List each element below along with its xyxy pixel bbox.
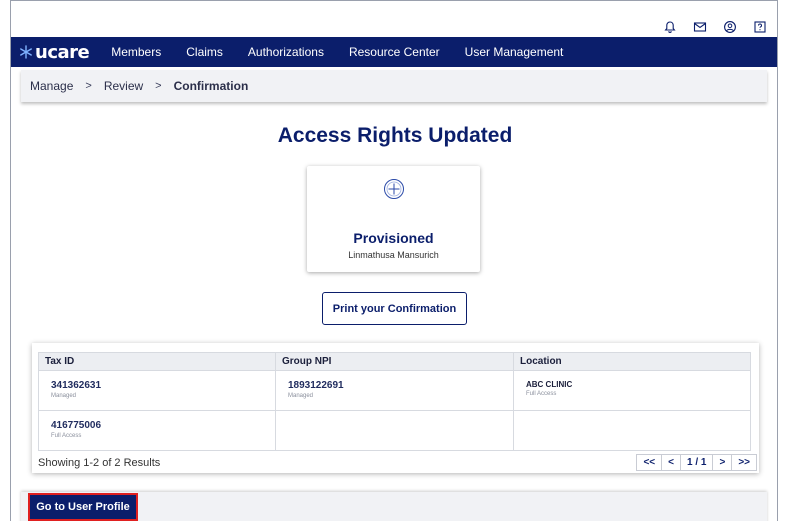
help-icon[interactable] bbox=[753, 20, 767, 34]
table-cell: 416775006 Full Access bbox=[38, 410, 276, 451]
main-nav: ucare Members Claims Authorizations Reso… bbox=[11, 37, 777, 67]
table-row: 416775006 Full Access bbox=[38, 410, 751, 451]
table-cell bbox=[275, 410, 514, 451]
plus-circle-icon bbox=[384, 179, 404, 199]
user-name: Linmathusa Mansurich bbox=[348, 250, 439, 260]
table-cell: 341362631 Managed bbox=[38, 370, 276, 411]
nav-item-resource-center[interactable]: Resource Center bbox=[349, 45, 440, 59]
group-npi-value: 1893122691 bbox=[288, 380, 344, 391]
column-header-tax-id: Tax ID bbox=[38, 352, 276, 371]
utility-bar bbox=[11, 0, 777, 37]
access-level: Full Access bbox=[51, 433, 82, 439]
access-table-panel: Tax ID Group NPI Location 341362631 Mana… bbox=[32, 343, 759, 473]
bell-icon[interactable] bbox=[663, 20, 677, 34]
breadcrumb-item-review[interactable]: Review bbox=[104, 79, 143, 93]
nav-item-members[interactable]: Members bbox=[111, 45, 161, 59]
first-page-button[interactable]: << bbox=[637, 455, 663, 470]
table-cell bbox=[513, 410, 751, 451]
breadcrumb-item-manage[interactable]: Manage bbox=[30, 79, 73, 93]
app-window: ucare Members Claims Authorizations Reso… bbox=[10, 0, 778, 521]
column-header-location: Location bbox=[513, 352, 751, 371]
go-to-user-profile-button[interactable]: Go to User Profile bbox=[28, 493, 138, 521]
access-level: Managed bbox=[51, 393, 77, 399]
mail-icon[interactable] bbox=[693, 20, 707, 34]
table-header-row: Tax ID Group NPI Location bbox=[38, 352, 751, 371]
nav-item-claims[interactable]: Claims bbox=[186, 45, 223, 59]
breadcrumb-separator: > bbox=[155, 80, 162, 92]
nav-item-authorizations[interactable]: Authorizations bbox=[248, 45, 324, 59]
ucare-logo-mark-icon bbox=[20, 45, 32, 59]
column-header-group-npi: Group NPI bbox=[275, 352, 514, 371]
pagination: << < 1 / 1 > >> bbox=[636, 454, 757, 471]
page-title: Access Rights Updated bbox=[277, 124, 513, 147]
access-level: Full Access bbox=[526, 391, 557, 397]
utility-icons bbox=[663, 20, 767, 34]
table-cell: 1893122691 Managed bbox=[275, 370, 514, 411]
provision-status: Provisioned bbox=[353, 230, 434, 246]
access-level: Managed bbox=[288, 393, 314, 399]
print-confirmation-button[interactable]: Print your Confirmation bbox=[322, 292, 467, 325]
prev-page-button[interactable]: < bbox=[662, 455, 681, 470]
provisioned-card: Provisioned Linmathusa Mansurich bbox=[307, 166, 480, 272]
table-row: 341362631 Managed 1893122691 Managed ABC… bbox=[38, 370, 751, 411]
access-table: Tax ID Group NPI Location 341362631 Mana… bbox=[38, 352, 751, 451]
nav-item-user-management[interactable]: User Management bbox=[465, 45, 564, 59]
table-cell: ABC CLINIC Full Access bbox=[513, 370, 751, 411]
next-page-button[interactable]: > bbox=[713, 455, 733, 470]
ucare-logo[interactable]: ucare bbox=[19, 41, 90, 63]
location-value: ABC CLINIC bbox=[526, 380, 573, 389]
last-page-button[interactable]: >> bbox=[732, 455, 756, 470]
breadcrumb-separator: > bbox=[85, 80, 92, 92]
tax-id-value: 416775006 bbox=[51, 420, 102, 431]
breadcrumb: Manage > Review > Confirmation bbox=[21, 70, 767, 102]
page-indicator: 1 / 1 bbox=[681, 455, 714, 470]
logo-text: ucare bbox=[35, 41, 90, 63]
results-count: Showing 1-2 of 2 Results bbox=[38, 457, 161, 469]
account-icon[interactable] bbox=[723, 20, 737, 34]
breadcrumb-item-confirmation: Confirmation bbox=[173, 79, 249, 93]
tax-id-value: 341362631 bbox=[51, 380, 102, 391]
